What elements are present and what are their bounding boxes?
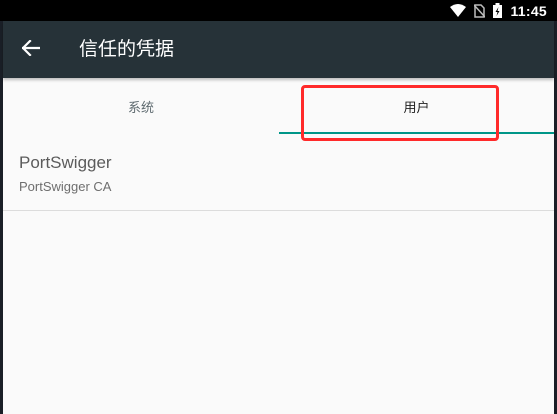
status-time: 11:45 xyxy=(510,2,547,19)
arrow-back-icon xyxy=(21,39,41,60)
battery-icon xyxy=(493,3,503,18)
status-bar: 11:45 xyxy=(0,0,557,21)
page-title: 信任的凭据 xyxy=(79,38,175,60)
highlight-box xyxy=(301,85,499,141)
no-sim-icon xyxy=(474,3,486,18)
certificate-list: PortSwigger PortSwigger CA xyxy=(3,135,554,414)
list-item[interactable]: PortSwigger PortSwigger CA xyxy=(3,145,554,210)
app-bar: 信任的凭据 xyxy=(3,21,554,78)
tab-system[interactable]: 系统 xyxy=(3,78,279,135)
certificate-subtitle: PortSwigger CA xyxy=(19,179,112,194)
back-button[interactable] xyxy=(15,35,47,65)
status-icons: 11:45 xyxy=(450,0,547,21)
tab-system-label: 系统 xyxy=(127,101,154,116)
list-divider xyxy=(3,210,554,211)
wifi-icon xyxy=(450,4,467,17)
certificate-title: PortSwigger xyxy=(19,153,112,172)
